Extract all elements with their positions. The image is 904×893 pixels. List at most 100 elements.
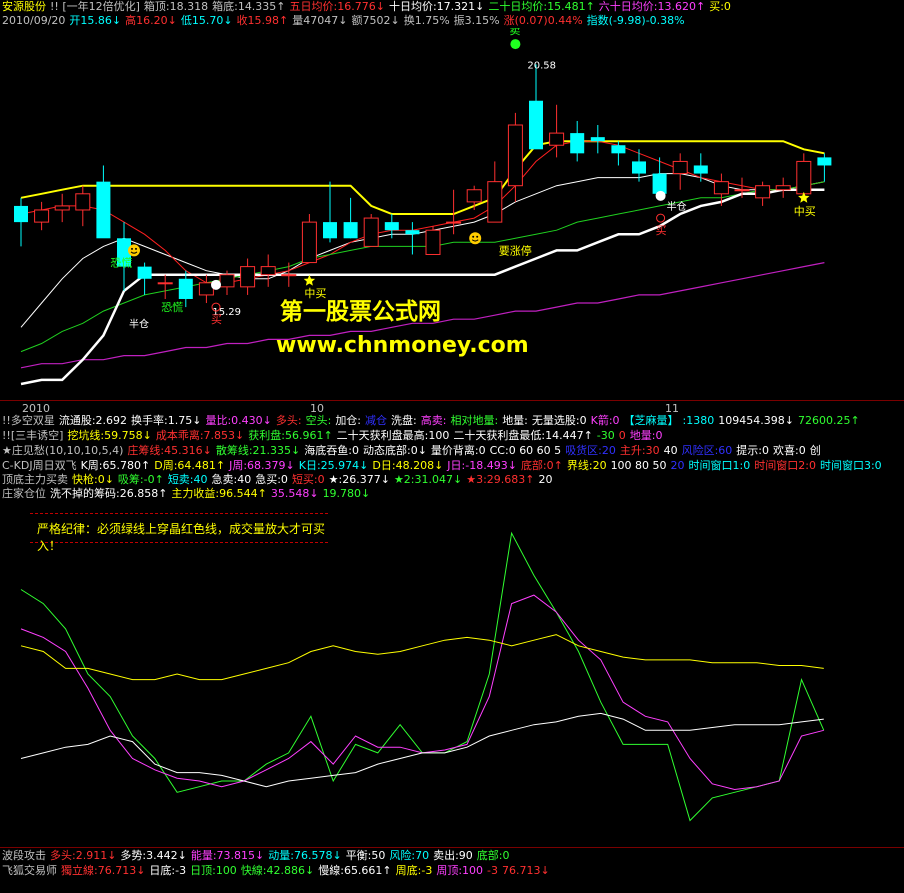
indicator3-item: 动态底部:0↓ bbox=[362, 444, 427, 457]
indicator-row-2: !![三丰诱空] 挖坑线:59.758↓ 成本乖离:7.853↓ 获利盘:56.961… bbox=[2, 429, 666, 443]
indicator4-item: 时间窗口1:0 bbox=[688, 459, 751, 472]
bottom2-item: 周底:-3 bbox=[395, 864, 433, 877]
candle-body-up bbox=[713, 181, 729, 195]
indicator4-item: K日:25.974↓ bbox=[298, 459, 369, 472]
bottom2-item: 獨立線:76.713↓ bbox=[61, 864, 146, 877]
watermark-url: www.chnmoney.com bbox=[276, 333, 529, 358]
indicator3-item: 创 bbox=[809, 444, 821, 457]
candle-body-up bbox=[734, 189, 750, 192]
price-high-label: 20.58 bbox=[527, 60, 556, 71]
smiley-eye bbox=[476, 235, 479, 238]
indicator1-item: 量比:0.430↓ bbox=[205, 414, 272, 427]
indicator5-item: 快枪:0↓ bbox=[72, 473, 114, 486]
indicator-row-6: 庄家仓位 洗不掉的筹码:26.858↑ 主力收益:96.544↑ 35.548↓ 19.… bbox=[2, 487, 374, 501]
indicator3-item: 吸货区:20 bbox=[565, 444, 616, 457]
bottom1-item: 风险:70 bbox=[389, 849, 430, 862]
header1-item: 五日均价:16.776↓ bbox=[289, 0, 385, 13]
indicator1-item: 空头: bbox=[305, 414, 332, 427]
indicator1-item: 多头: bbox=[275, 414, 302, 427]
header-line-2: 2010/09/20 开15.86↓ 高16.20↓ 低15.70↓ 收15.98↑ 量4… bbox=[2, 14, 689, 28]
indicator3-item: 提示:0 bbox=[736, 444, 770, 457]
indicator3-item: 欢喜:0 bbox=[773, 444, 806, 457]
header2-item: 涨(0.07)0.44% bbox=[503, 14, 583, 27]
indicator2-item: 二十天获利盘最高:100 bbox=[336, 429, 450, 442]
header-line-1: 安源股份 !! [一年12倍优化] 箱顶:18.318 箱底:14.335↑ 五日均价:… bbox=[2, 0, 735, 14]
header2-item: 高16.20↓ bbox=[125, 14, 177, 27]
indicator4-item: 界线:20 bbox=[566, 459, 607, 472]
bottom2-item: 日底:-3 bbox=[149, 864, 187, 877]
panic-label-2: 恐慌 bbox=[161, 301, 183, 314]
indicator6-item: 主力收益:96.544↑ bbox=[171, 487, 267, 500]
indicator5-item: 短买:0 bbox=[291, 473, 325, 486]
bottom2-item: 飞狐交易师 bbox=[2, 864, 57, 877]
candle-body-down bbox=[96, 181, 111, 239]
smiley-icon bbox=[128, 244, 140, 257]
header1-item: 箱顶:18.318 bbox=[143, 0, 209, 13]
line-red bbox=[20, 140, 825, 284]
discipline-rule-box: 严格纪律：必须绿线上穿晶红色线，成交量放大才可买入！ bbox=[30, 513, 328, 553]
indicator4-item: K周:65.780↑ bbox=[80, 459, 151, 472]
panic-label-1: 恐慌 bbox=[110, 257, 132, 270]
indicator4-item: J周:68.379↓ bbox=[229, 459, 295, 472]
bottom2-item: 快線:42.886↓ bbox=[240, 864, 315, 877]
bottom2-item: 慢線:65.661↑ bbox=[318, 864, 392, 877]
bottom-separator bbox=[0, 847, 904, 848]
bottom1-item: 卖出:90 bbox=[433, 849, 473, 862]
candle-body-down bbox=[570, 133, 585, 154]
indicator6-item: 35.548↓ bbox=[270, 487, 319, 500]
indicator1-item: 相对地量: bbox=[450, 414, 499, 427]
candle-body-up bbox=[672, 160, 688, 175]
buy-label: 买 bbox=[656, 224, 667, 237]
candle-body-down bbox=[529, 100, 543, 150]
indicator2-item: 成本乖离:7.853↓ bbox=[155, 429, 245, 442]
candle-body-up bbox=[157, 282, 173, 285]
indicator2-item: 二十天获利盘最低:14.447↑ bbox=[453, 429, 593, 442]
smiley-eye bbox=[135, 247, 137, 250]
indicator1-item: K箭:0 bbox=[590, 414, 620, 427]
header2-item: 额7502↓ bbox=[351, 14, 400, 27]
candle-body-up bbox=[75, 193, 91, 211]
candle-body-down bbox=[137, 266, 152, 279]
indicator1-item: 加仓: bbox=[335, 414, 362, 427]
bottom1-item: 能量:73.815↓ bbox=[190, 849, 265, 862]
indicator5-item: 急买:0 bbox=[255, 473, 288, 486]
smiley-eye bbox=[131, 247, 133, 250]
half-position-dot-2 bbox=[655, 190, 666, 201]
candle-body-up bbox=[260, 266, 276, 276]
candle-body-up bbox=[425, 229, 441, 255]
indicator4-item: D日:48.208↓ bbox=[372, 459, 444, 472]
candle-body-up bbox=[301, 221, 317, 264]
indicator4-item: 100 80 50 bbox=[610, 459, 667, 472]
oscillator-line-0 bbox=[20, 531, 825, 822]
candle-body-up bbox=[796, 160, 812, 195]
indicator3-item: 风险区:60 bbox=[681, 444, 733, 457]
indicator3-item: 主升:30 bbox=[619, 444, 660, 457]
bottom1-item: 多势:3.442↓ bbox=[120, 849, 187, 862]
candle-body-down bbox=[611, 145, 626, 154]
indicator1-item: 72600.25↑ bbox=[797, 414, 860, 427]
half-position-dot bbox=[211, 279, 221, 290]
watermark-title: 第一股票公式网 bbox=[280, 299, 441, 325]
indicator2-item: 地量:0 bbox=[629, 429, 663, 442]
header1-item: 安源股份 bbox=[2, 0, 46, 13]
candle-body-up bbox=[487, 181, 503, 223]
indicator1-item: 洗盘: bbox=[391, 414, 417, 427]
candle-body-down bbox=[178, 278, 193, 299]
bottom2-item: 76.713↓ bbox=[502, 864, 550, 877]
candle-body-down bbox=[590, 137, 605, 142]
indicator5-item: 顶底主力买卖 bbox=[2, 473, 68, 486]
indicator1-item: 地量: bbox=[502, 414, 528, 427]
bottom1-item: 多头:2.911↓ bbox=[50, 849, 117, 862]
candle-body-down bbox=[632, 161, 646, 174]
indicator1-item: 【芝麻量】 bbox=[623, 414, 679, 427]
bottom2-item: 日顶:100 bbox=[190, 864, 237, 877]
header2-item: 量47047↓ bbox=[292, 14, 348, 27]
half-position-label: 半仓 bbox=[129, 317, 149, 330]
header1-item: !! [一年12倍优化] bbox=[50, 0, 140, 13]
header2-item: 收15.98↑ bbox=[236, 14, 289, 27]
header1-item: 买:0 bbox=[709, 0, 731, 13]
indicator3-item: 量价背离:0 bbox=[430, 444, 486, 457]
oscillator-line-3 bbox=[20, 712, 824, 788]
candle-body-up bbox=[507, 124, 523, 187]
indicator2-item: !![三丰诱空] bbox=[2, 429, 64, 442]
